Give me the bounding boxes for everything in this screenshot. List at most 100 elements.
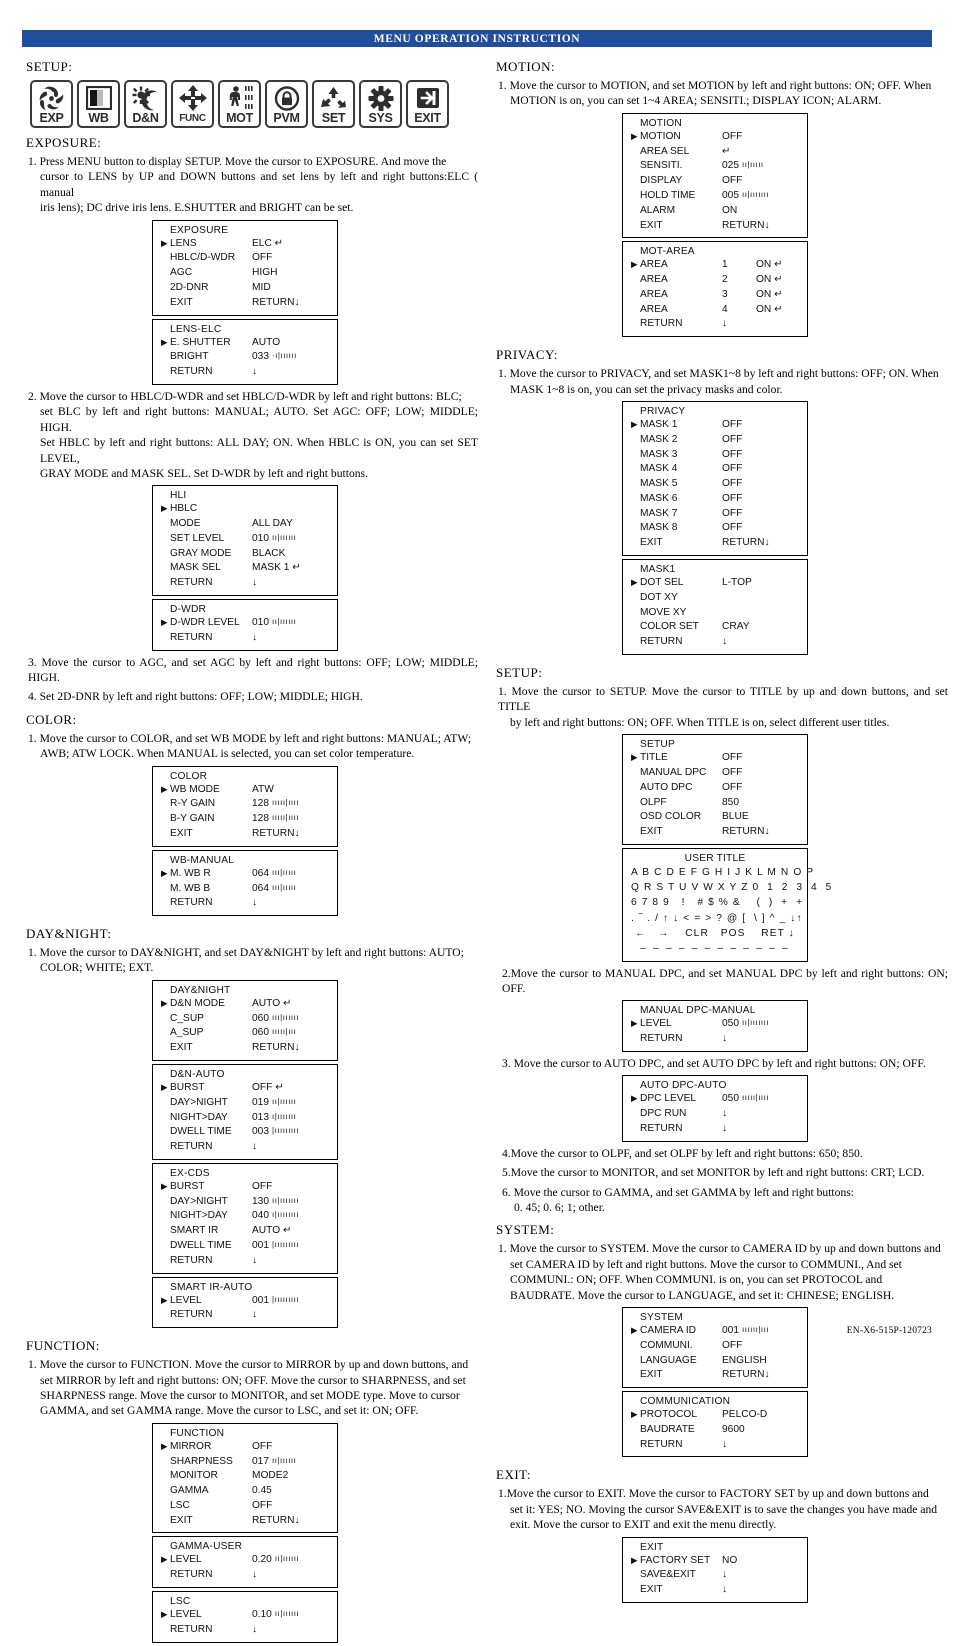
- osd-menu-row[interactable]: M. WB B 064 ııı|ııııı: [161, 882, 329, 897]
- osd-menu-row[interactable]: RETURN ↓: [631, 1438, 799, 1453]
- osd-menu-row[interactable]: MASK 7 OFF: [631, 507, 799, 522]
- osd-menu-row[interactable]: ▶ D-WDR LEVEL 010 ıı|ıııııı: [161, 616, 329, 631]
- osd-menu-row[interactable]: DAY>NIGHT 019 ıı|ıııııı: [161, 1096, 329, 1111]
- osd-menu-row[interactable]: ▶ FACTORY SET NO: [631, 1554, 799, 1569]
- osd-menu-row[interactable]: ▶ MASK 1 OFF: [631, 418, 799, 433]
- osd-row-value[interactable]: HIGH: [252, 266, 277, 281]
- osd-menu-row[interactable]: DOT XY: [631, 591, 799, 606]
- osd-menu-row[interactable]: RETURN ↓: [631, 1032, 799, 1047]
- func-icon[interactable]: FUNC: [171, 80, 214, 128]
- osd-row-value[interactable]: MASK 1 ↵: [252, 561, 301, 576]
- lens-elc-menu-box[interactable]: LENS-ELC ▶ E. SHUTTER AUTO BRIGHT 033 ·ı|ııııı…: [152, 318, 338, 385]
- osd-menu-row[interactable]: 2D-DNR MID: [161, 281, 329, 296]
- osd-menu-row[interactable]: ALARM ON: [631, 204, 799, 219]
- function-menu-box[interactable]: FUNCTION ▶ MIRROR OFF SHARPNESS 017 ıı|ıııııı M…: [152, 1422, 338, 1534]
- osd-row-value[interactable]: 010: [252, 532, 269, 547]
- osd-menu-row[interactable]: EXIT RETURN↓: [631, 219, 799, 234]
- osd-menu-row[interactable]: ▶ BURST OFF ↵: [161, 1081, 329, 1096]
- osd-row-value[interactable]: ↓: [252, 1623, 257, 1638]
- osd-menu-row[interactable]: AUTO DPC OFF: [631, 781, 799, 796]
- osd-menu-row[interactable]: MODE ALL DAY: [161, 517, 329, 532]
- osd-menu-row[interactable]: RETURN ↓: [161, 896, 329, 911]
- osd-row-value[interactable]: MID: [252, 281, 271, 296]
- osd-menu-row[interactable]: AREA 3 ON ↵: [631, 288, 799, 303]
- osd-menu-row[interactable]: C_SUP 060 ııı|ıııııı: [161, 1012, 329, 1027]
- osd-row-value[interactable]: NO: [722, 1554, 737, 1569]
- osd-menu-row[interactable]: ▶ M. WB R 064 ııı|ııııı: [161, 867, 329, 882]
- osd-row-value[interactable]: PELCO-D: [722, 1408, 767, 1423]
- osd-row-value[interactable]: ↓: [252, 576, 257, 591]
- osd-row-value[interactable]: 040: [252, 1209, 269, 1224]
- osd-menu-row[interactable]: EXIT ↓: [631, 1583, 799, 1598]
- osd-value-slider[interactable]: ıı|ıııııı: [275, 1608, 299, 1620]
- color-menu-box[interactable]: COLOR ▶ WB MODE ATW R-Y GAIN 128 ııııı|ıııı B-Y…: [152, 765, 338, 847]
- osd-menu-row[interactable]: EXIT RETURN↓: [161, 1041, 329, 1056]
- user-title-char-row[interactable]: Q R S T U V W X Y Z 0 1 2 3 4 5: [631, 880, 831, 895]
- osd-row-value[interactable]: OFF: [722, 174, 742, 189]
- osd-menu-row[interactable]: RETURN ↓: [161, 576, 329, 591]
- osd-menu-row[interactable]: SENSITI. 025 ıı|ııııı: [631, 159, 799, 174]
- osd-row-value[interactable]: RETURN↓: [252, 1514, 300, 1529]
- osd-menu-row[interactable]: RETURN ↓: [161, 1308, 329, 1323]
- osd-row-value[interactable]: 0.10: [252, 1608, 272, 1623]
- osd-row-value[interactable]: ON ↵: [756, 258, 783, 273]
- osd-row-value[interactable]: ↓: [252, 1140, 257, 1155]
- osd-row-value[interactable]: OFF: [722, 433, 742, 448]
- osd-row-value[interactable]: OFF: [722, 781, 742, 796]
- osd-value-slider[interactable]: ıı|ııııııı: [742, 189, 769, 201]
- osd-menu-row[interactable]: ▶ BURST OFF: [161, 1180, 329, 1195]
- osd-menu-row[interactable]: MASK 4 OFF: [631, 462, 799, 477]
- osd-row-value[interactable]: AUTO ↵: [252, 1224, 291, 1239]
- osd-row-value[interactable]: ↓: [722, 635, 727, 650]
- osd-row-value[interactable]: BLUE: [722, 810, 749, 825]
- osd-value-slider[interactable]: ıııııı|ııı: [742, 1324, 769, 1336]
- setup-menu-box[interactable]: SETUP ▶ TITLE OFF MANUAL DPC OFF AUTO DPC OFF OL…: [622, 734, 808, 845]
- osd-menu-row[interactable]: ▶ DOT SEL L-TOP: [631, 576, 799, 591]
- set-icon[interactable]: SET: [312, 80, 355, 128]
- osd-menu-row[interactable]: LANGUAGE ENGLISH: [631, 1354, 799, 1369]
- osd-menu-row[interactable]: ▶ MOTION OFF: [631, 130, 799, 145]
- osd-menu-row[interactable]: AREA SEL ↵: [631, 145, 799, 160]
- osd-menu-row[interactable]: BAUDRATE 9600: [631, 1423, 799, 1438]
- osd-menu-row[interactable]: LSC OFF: [161, 1499, 329, 1514]
- user-title-char-row[interactable]: – – – – – – – – – – – –: [631, 941, 799, 956]
- osd-value-slider[interactable]: ·ı|ıııııı: [272, 350, 297, 362]
- osd-menu-row[interactable]: ▶ E. SHUTTER AUTO: [161, 336, 329, 351]
- exit-menu-box[interactable]: EXIT ▶ FACTORY SET NO SAVE&EXIT ↓ EXIT ↓: [622, 1536, 808, 1604]
- osd-value-slider[interactable]: ııı|ıııııı: [272, 1012, 299, 1024]
- wb-manual-menu-box[interactable]: WB-MANUAL ▶ M. WB R 064 ııı|ııııı M. WB B 064 ı…: [152, 849, 338, 917]
- osd-row-value[interactable]: L-TOP: [722, 576, 752, 591]
- osd-value-slider[interactable]: ıı|ıııııı: [272, 1096, 296, 1108]
- osd-row-value[interactable]: OFF: [252, 1440, 272, 1455]
- osd-menu-row[interactable]: R-Y GAIN 128 ııııı|ıııı: [161, 797, 329, 812]
- osd-value-slider[interactable]: ıı|ııııı: [742, 159, 764, 171]
- osd-menu-row[interactable]: ▶ PROTOCOL PELCO-D: [631, 1408, 799, 1423]
- osd-row-value[interactable]: OFF: [722, 751, 742, 766]
- osd-value-slider[interactable]: ıı|ıııııı: [275, 1553, 299, 1565]
- osd-row-value[interactable]: OFF: [722, 130, 742, 145]
- osd-row-value[interactable]: ↓: [722, 1568, 727, 1583]
- osd-menu-row[interactable]: MASK 5 OFF: [631, 477, 799, 492]
- motion-menu-box[interactable]: MOTION ▶ MOTION OFF AREA SEL ↵ SENSITI. 025 ıı|…: [622, 112, 808, 239]
- user-title-menu-box[interactable]: USER TITLE A B C D E F G H I J K L M N O …: [622, 847, 831, 962]
- osd-menu-row[interactable]: RETURN ↓: [161, 365, 329, 380]
- osd-menu-row[interactable]: ▶ WB MODE ATW: [161, 783, 329, 798]
- osd-row-value[interactable]: MODE2: [252, 1469, 288, 1484]
- osd-row-value[interactable]: ↓: [722, 1122, 727, 1137]
- osd-menu-row[interactable]: ▶ TITLE OFF: [631, 751, 799, 766]
- osd-row-value[interactable]: 001: [722, 1324, 739, 1339]
- osd-menu-row[interactable]: COMMUNI. OFF: [631, 1339, 799, 1354]
- osd-menu-row[interactable]: RETURN ↓: [631, 1122, 799, 1137]
- osd-value-slider[interactable]: |ııııııııı: [272, 1125, 299, 1137]
- osd-menu-row[interactable]: SHARPNESS 017 ıı|ıııııı: [161, 1455, 329, 1470]
- osd-row-value[interactable]: 128: [252, 797, 269, 812]
- osd-menu-row[interactable]: DWELL TIME 003 |ııııııııı: [161, 1125, 329, 1140]
- osd-row-value[interactable]: 0.20: [252, 1553, 272, 1568]
- lsc-menu-box[interactable]: LSC ▶ LEVEL 0.10 ıı|ıııııı RETURN ↓: [152, 1591, 338, 1643]
- osd-row-value[interactable]: AUTO: [252, 336, 280, 351]
- osd-value-slider[interactable]: |ııııııııı: [272, 1239, 299, 1251]
- osd-row-value[interactable]: 128: [252, 812, 269, 827]
- osd-menu-row[interactable]: ▶ D&N MODE AUTO ↵: [161, 997, 329, 1012]
- osd-menu-row[interactable]: HOLD TIME 005 ıı|ııııııı: [631, 189, 799, 204]
- osd-menu-row[interactable]: ▶ HBLC: [161, 502, 329, 517]
